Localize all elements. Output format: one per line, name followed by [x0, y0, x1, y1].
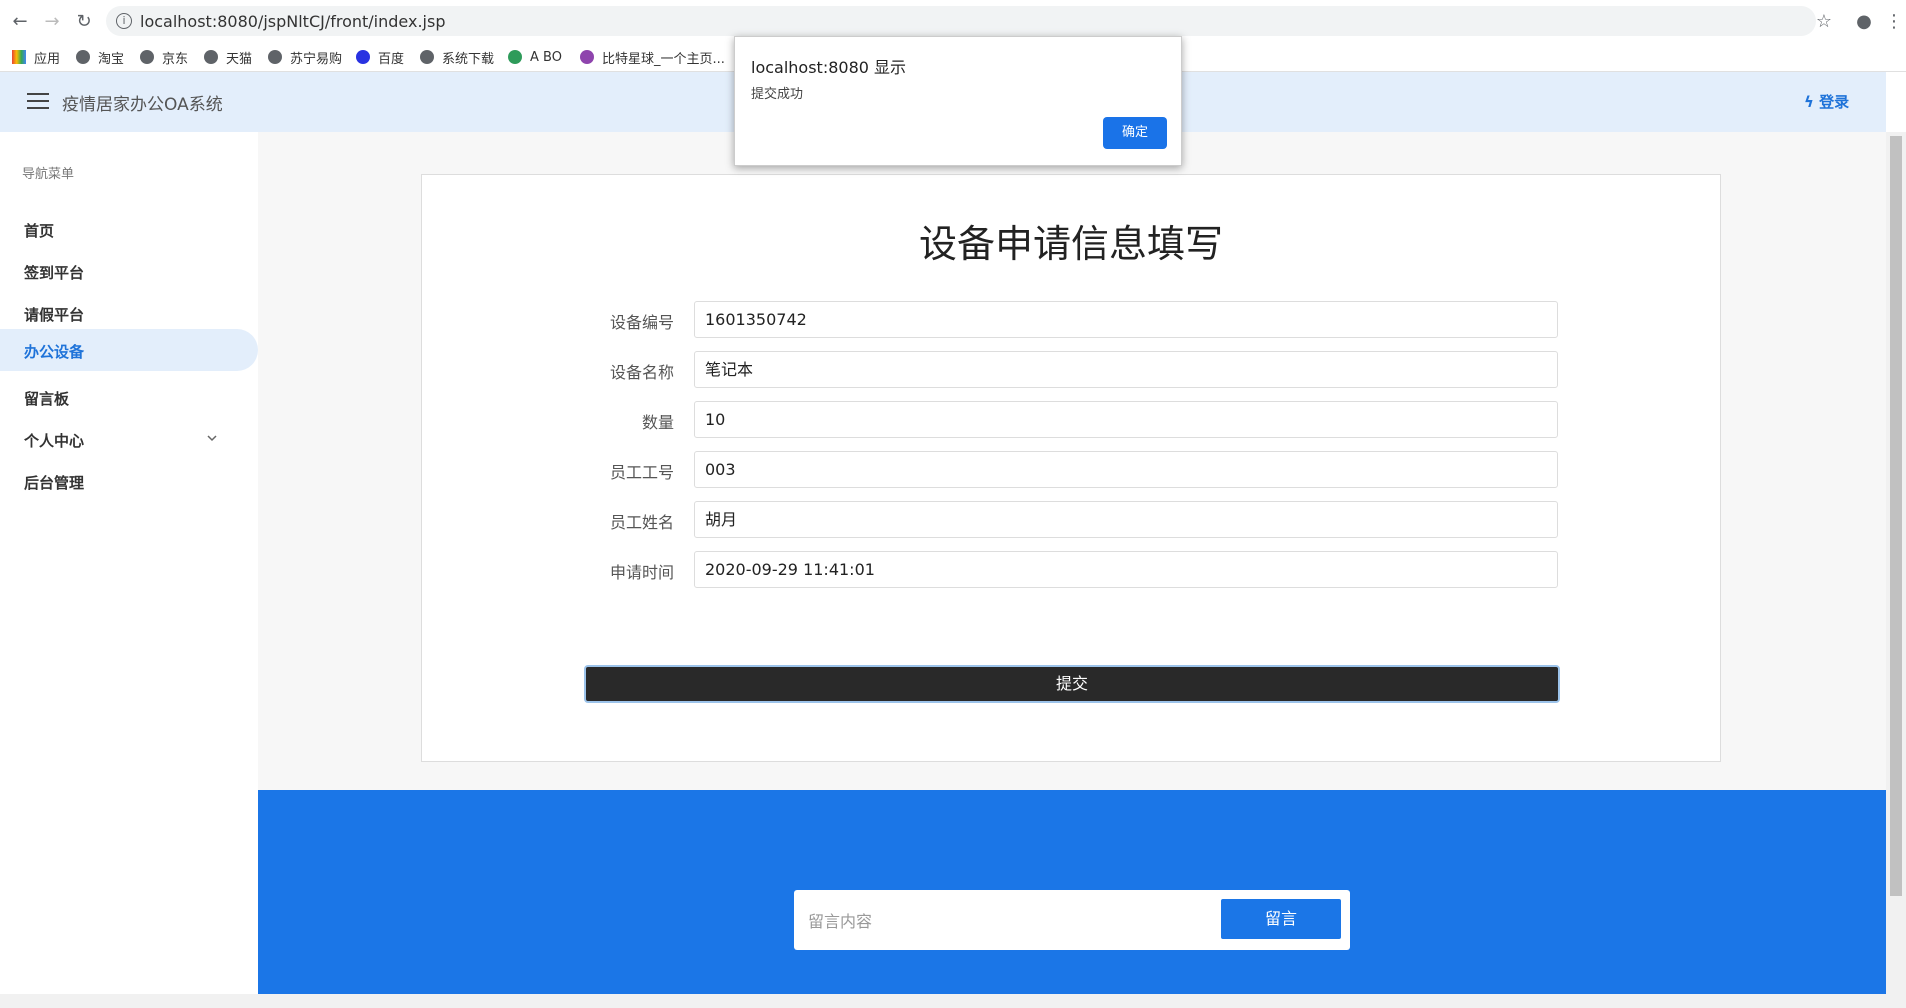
- menu-dots-icon[interactable]: ⋮: [1882, 9, 1906, 33]
- quantity-input[interactable]: 10: [694, 401, 1558, 438]
- bookmark-abo[interactable]: A BO: [508, 47, 562, 67]
- alert-dialog: localhost:8080 显示 提交成功 确定: [734, 36, 1182, 166]
- url-text: localhost:8080/jspNltCJ/front/index.jsp: [140, 12, 446, 31]
- field-label-quantity: 数量: [641, 413, 674, 432]
- dialog-message: 提交成功: [751, 87, 804, 102]
- dialog-title: localhost:8080 显示: [751, 58, 907, 77]
- sidebar-item-leave[interactable]: 请假平台: [0, 292, 258, 334]
- footer-message-section: 留言内容 留言: [258, 790, 1886, 994]
- employee-number-input[interactable]: 003: [694, 451, 1558, 488]
- sidebar-item-checkin[interactable]: 签到平台: [0, 250, 258, 292]
- main-content: 设备申请信息填写 设备编号 1601350742 设备名称 笔记本 数量 10 …: [258, 132, 1886, 790]
- field-label-equipment-id: 设备编号: [609, 313, 674, 332]
- login-link[interactable]: ϟ 登录: [1804, 91, 1849, 112]
- reload-icon[interactable]: ↻: [72, 9, 96, 33]
- dialog-ok-button[interactable]: 确定: [1103, 117, 1167, 149]
- field-label-employee-name: 员工姓名: [609, 513, 674, 532]
- globe-icon: [420, 50, 434, 64]
- bookmark-taobao[interactable]: 淘宝: [76, 47, 124, 67]
- sidebar-item-personal-center[interactable]: 个人中心: [0, 418, 258, 460]
- chevron-down-icon: [207, 435, 217, 442]
- bookmark-apps[interactable]: 应用: [12, 47, 60, 67]
- info-icon[interactable]: i: [116, 13, 132, 29]
- back-icon[interactable]: ←: [8, 9, 32, 33]
- planet-icon: [580, 50, 594, 64]
- bookmark-bite-planet[interactable]: 比特星球_一个主页...: [580, 47, 725, 67]
- globe-icon: [76, 50, 90, 64]
- horizontal-scrollbar[interactable]: [0, 994, 1906, 1008]
- app-title: 疫情居家办公OA系统: [62, 95, 223, 115]
- sidebar: 导航菜单 首页 签到平台 请假平台 办公设备 留言板 个人中心 后台管理: [0, 132, 258, 994]
- bookmark-tmall[interactable]: 天猫: [204, 47, 252, 67]
- message-input[interactable]: 留言内容: [808, 908, 872, 932]
- hamburger-menu-icon[interactable]: [27, 93, 49, 111]
- equipment-id-input[interactable]: 1601350742: [694, 301, 1558, 338]
- submit-button[interactable]: 提交: [584, 665, 1560, 703]
- field-label-application-time: 申请时间: [609, 563, 674, 582]
- sidebar-item-admin[interactable]: 后台管理: [0, 460, 258, 502]
- lightning-icon: ϟ: [1804, 93, 1814, 111]
- profile-icon[interactable]: ●: [1852, 9, 1876, 33]
- form-title: 设备申请信息填写: [918, 222, 1223, 266]
- globe-icon: [268, 50, 282, 64]
- bookmark-suning[interactable]: 苏宁易购: [268, 47, 342, 67]
- forward-icon[interactable]: →: [40, 9, 64, 33]
- message-box: 留言内容 留言: [794, 890, 1350, 950]
- address-bar[interactable]: i localhost:8080/jspNltCJ/front/index.js…: [106, 6, 1816, 36]
- nav-caption: 导航菜单: [22, 167, 75, 182]
- application-time-input[interactable]: 2020-09-29 11:41:01: [694, 551, 1558, 588]
- equipment-application-form: 设备申请信息填写 设备编号 1601350742 设备名称 笔记本 数量 10 …: [421, 174, 1721, 762]
- sidebar-item-office-equipment[interactable]: 办公设备: [0, 329, 258, 371]
- sidebar-item-home[interactable]: 首页: [0, 208, 258, 250]
- bookmark-baidu[interactable]: 百度: [356, 47, 404, 67]
- scrollbar-thumb[interactable]: [1890, 136, 1902, 896]
- equipment-name-input[interactable]: 笔记本: [694, 351, 1558, 388]
- globe-icon: [204, 50, 218, 64]
- sidebar-item-message-board[interactable]: 留言板: [0, 376, 258, 418]
- employee-name-input[interactable]: 胡月: [694, 501, 1558, 538]
- leaf-icon: [508, 50, 522, 64]
- star-icon[interactable]: ☆: [1812, 9, 1836, 33]
- bookmark-jd[interactable]: 京东: [140, 47, 188, 67]
- bookmark-system-download[interactable]: 系统下载: [420, 47, 494, 67]
- apps-grid-icon: [12, 50, 26, 64]
- field-label-equipment-name: 设备名称: [609, 363, 674, 382]
- field-label-employee-number: 员工工号: [609, 463, 674, 482]
- baidu-paw-icon: [356, 50, 370, 64]
- globe-icon: [140, 50, 154, 64]
- leave-message-button[interactable]: 留言: [1221, 899, 1341, 939]
- vertical-scrollbar[interactable]: [1886, 132, 1906, 994]
